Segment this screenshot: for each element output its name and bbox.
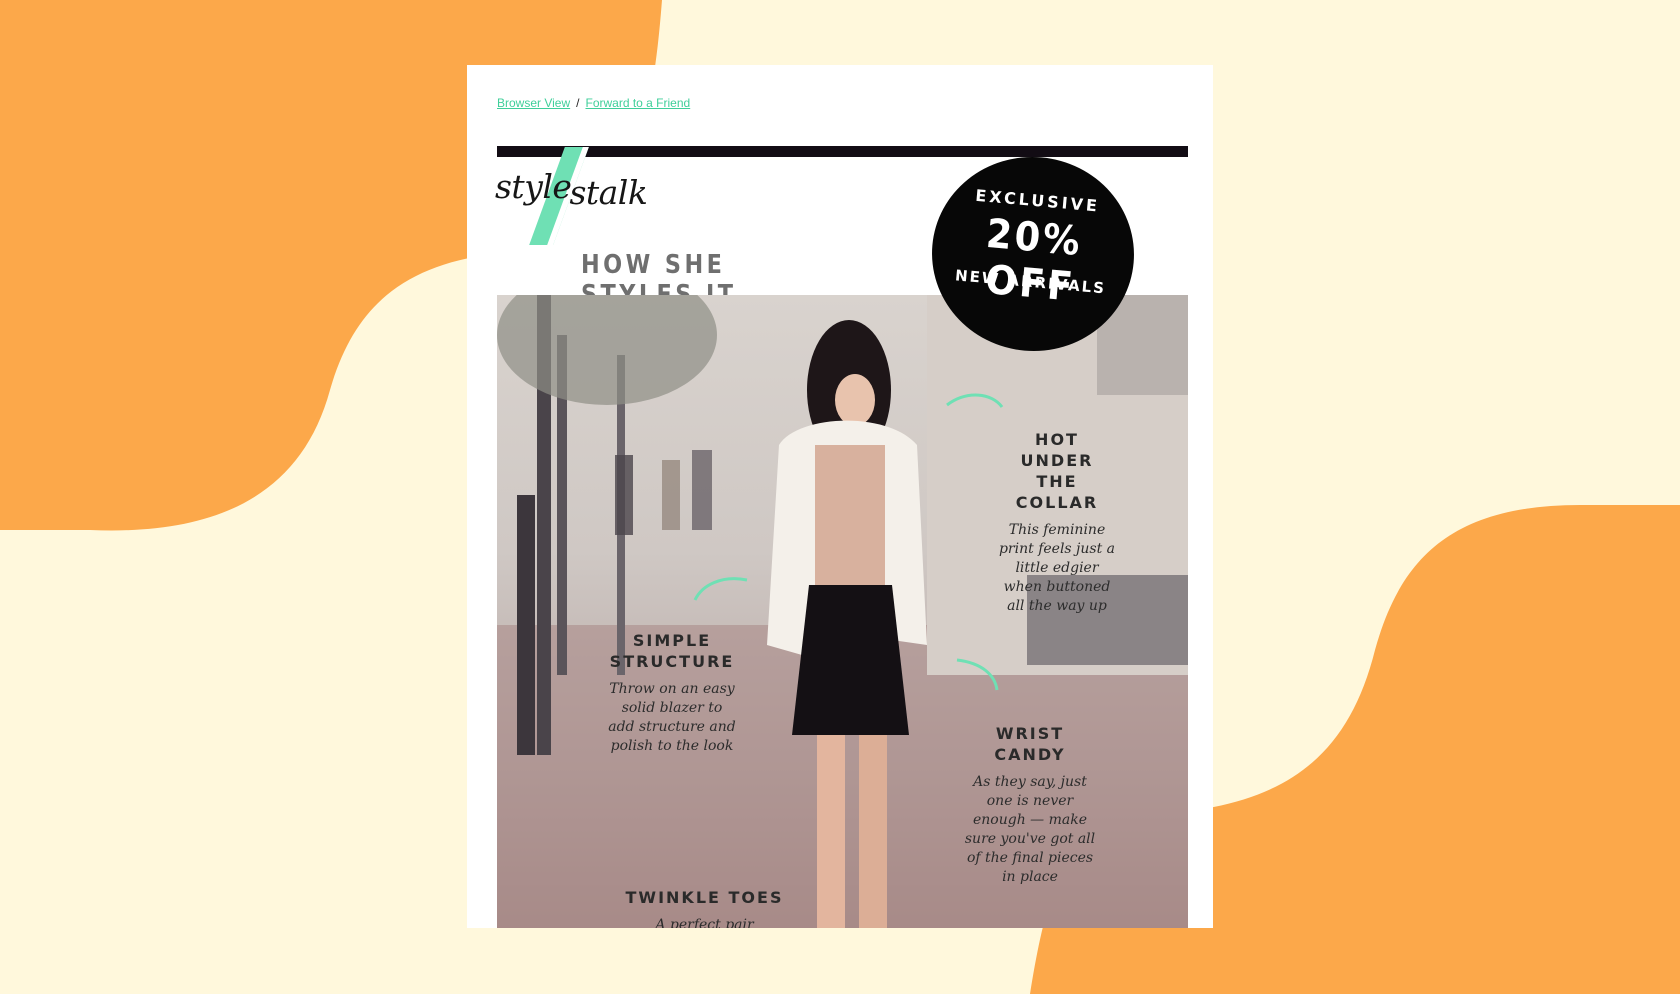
callout-text: This feminine print feels just a little … <box>998 522 1116 614</box>
callout-title: WRIST CANDY <box>994 724 1066 764</box>
callout-title: SIMPLE STRUCTURE <box>609 631 735 671</box>
leg-right <box>859 735 887 928</box>
pedestrian <box>692 450 712 530</box>
face <box>835 374 875 426</box>
callout-title: TWINKLE TOES <box>625 888 784 907</box>
callout-title: HOT UNDER THE COLLAR <box>1015 430 1099 512</box>
forward-to-friend-link[interactable]: Forward to a Friend <box>585 96 690 110</box>
pedestrian <box>662 460 680 530</box>
callout-structure: SIMPLE STRUCTURE Throw on an easy solid … <box>607 630 737 756</box>
callout-collar: HOT UNDER THE COLLAR This feminine print… <box>997 429 1117 616</box>
skirt <box>792 585 909 735</box>
blouse <box>815 445 885 590</box>
brand-logo[interactable]: stylestalk <box>495 147 648 247</box>
hero-photo[interactable]: HOT UNDER THE COLLAR This feminine print… <box>497 295 1188 928</box>
email-top-links: Browser View / Forward to a Friend <box>497 96 690 110</box>
callout-text: Throw on an easy solid blazer to add str… <box>608 681 736 754</box>
callout-toes: TWINKLE TOES A perfect pair <box>617 887 792 928</box>
link-separator: / <box>576 96 580 110</box>
pedestrian <box>615 455 633 535</box>
logo-wordmark: stylestalk <box>495 167 648 212</box>
tree-foliage <box>497 295 717 405</box>
lamp-post <box>517 495 535 755</box>
arrow-icon <box>693 577 748 601</box>
browser-view-link[interactable]: Browser View <box>497 96 570 110</box>
badge-line-discount: 20% OFF <box>983 210 1085 311</box>
callout-text: As they say, just one is never enough — … <box>964 774 1096 885</box>
callout-text: A perfect pair <box>655 917 754 928</box>
callout-wrist: WRIST CANDY As they say, just one is nev… <box>960 723 1100 887</box>
leg-left <box>817 735 845 928</box>
